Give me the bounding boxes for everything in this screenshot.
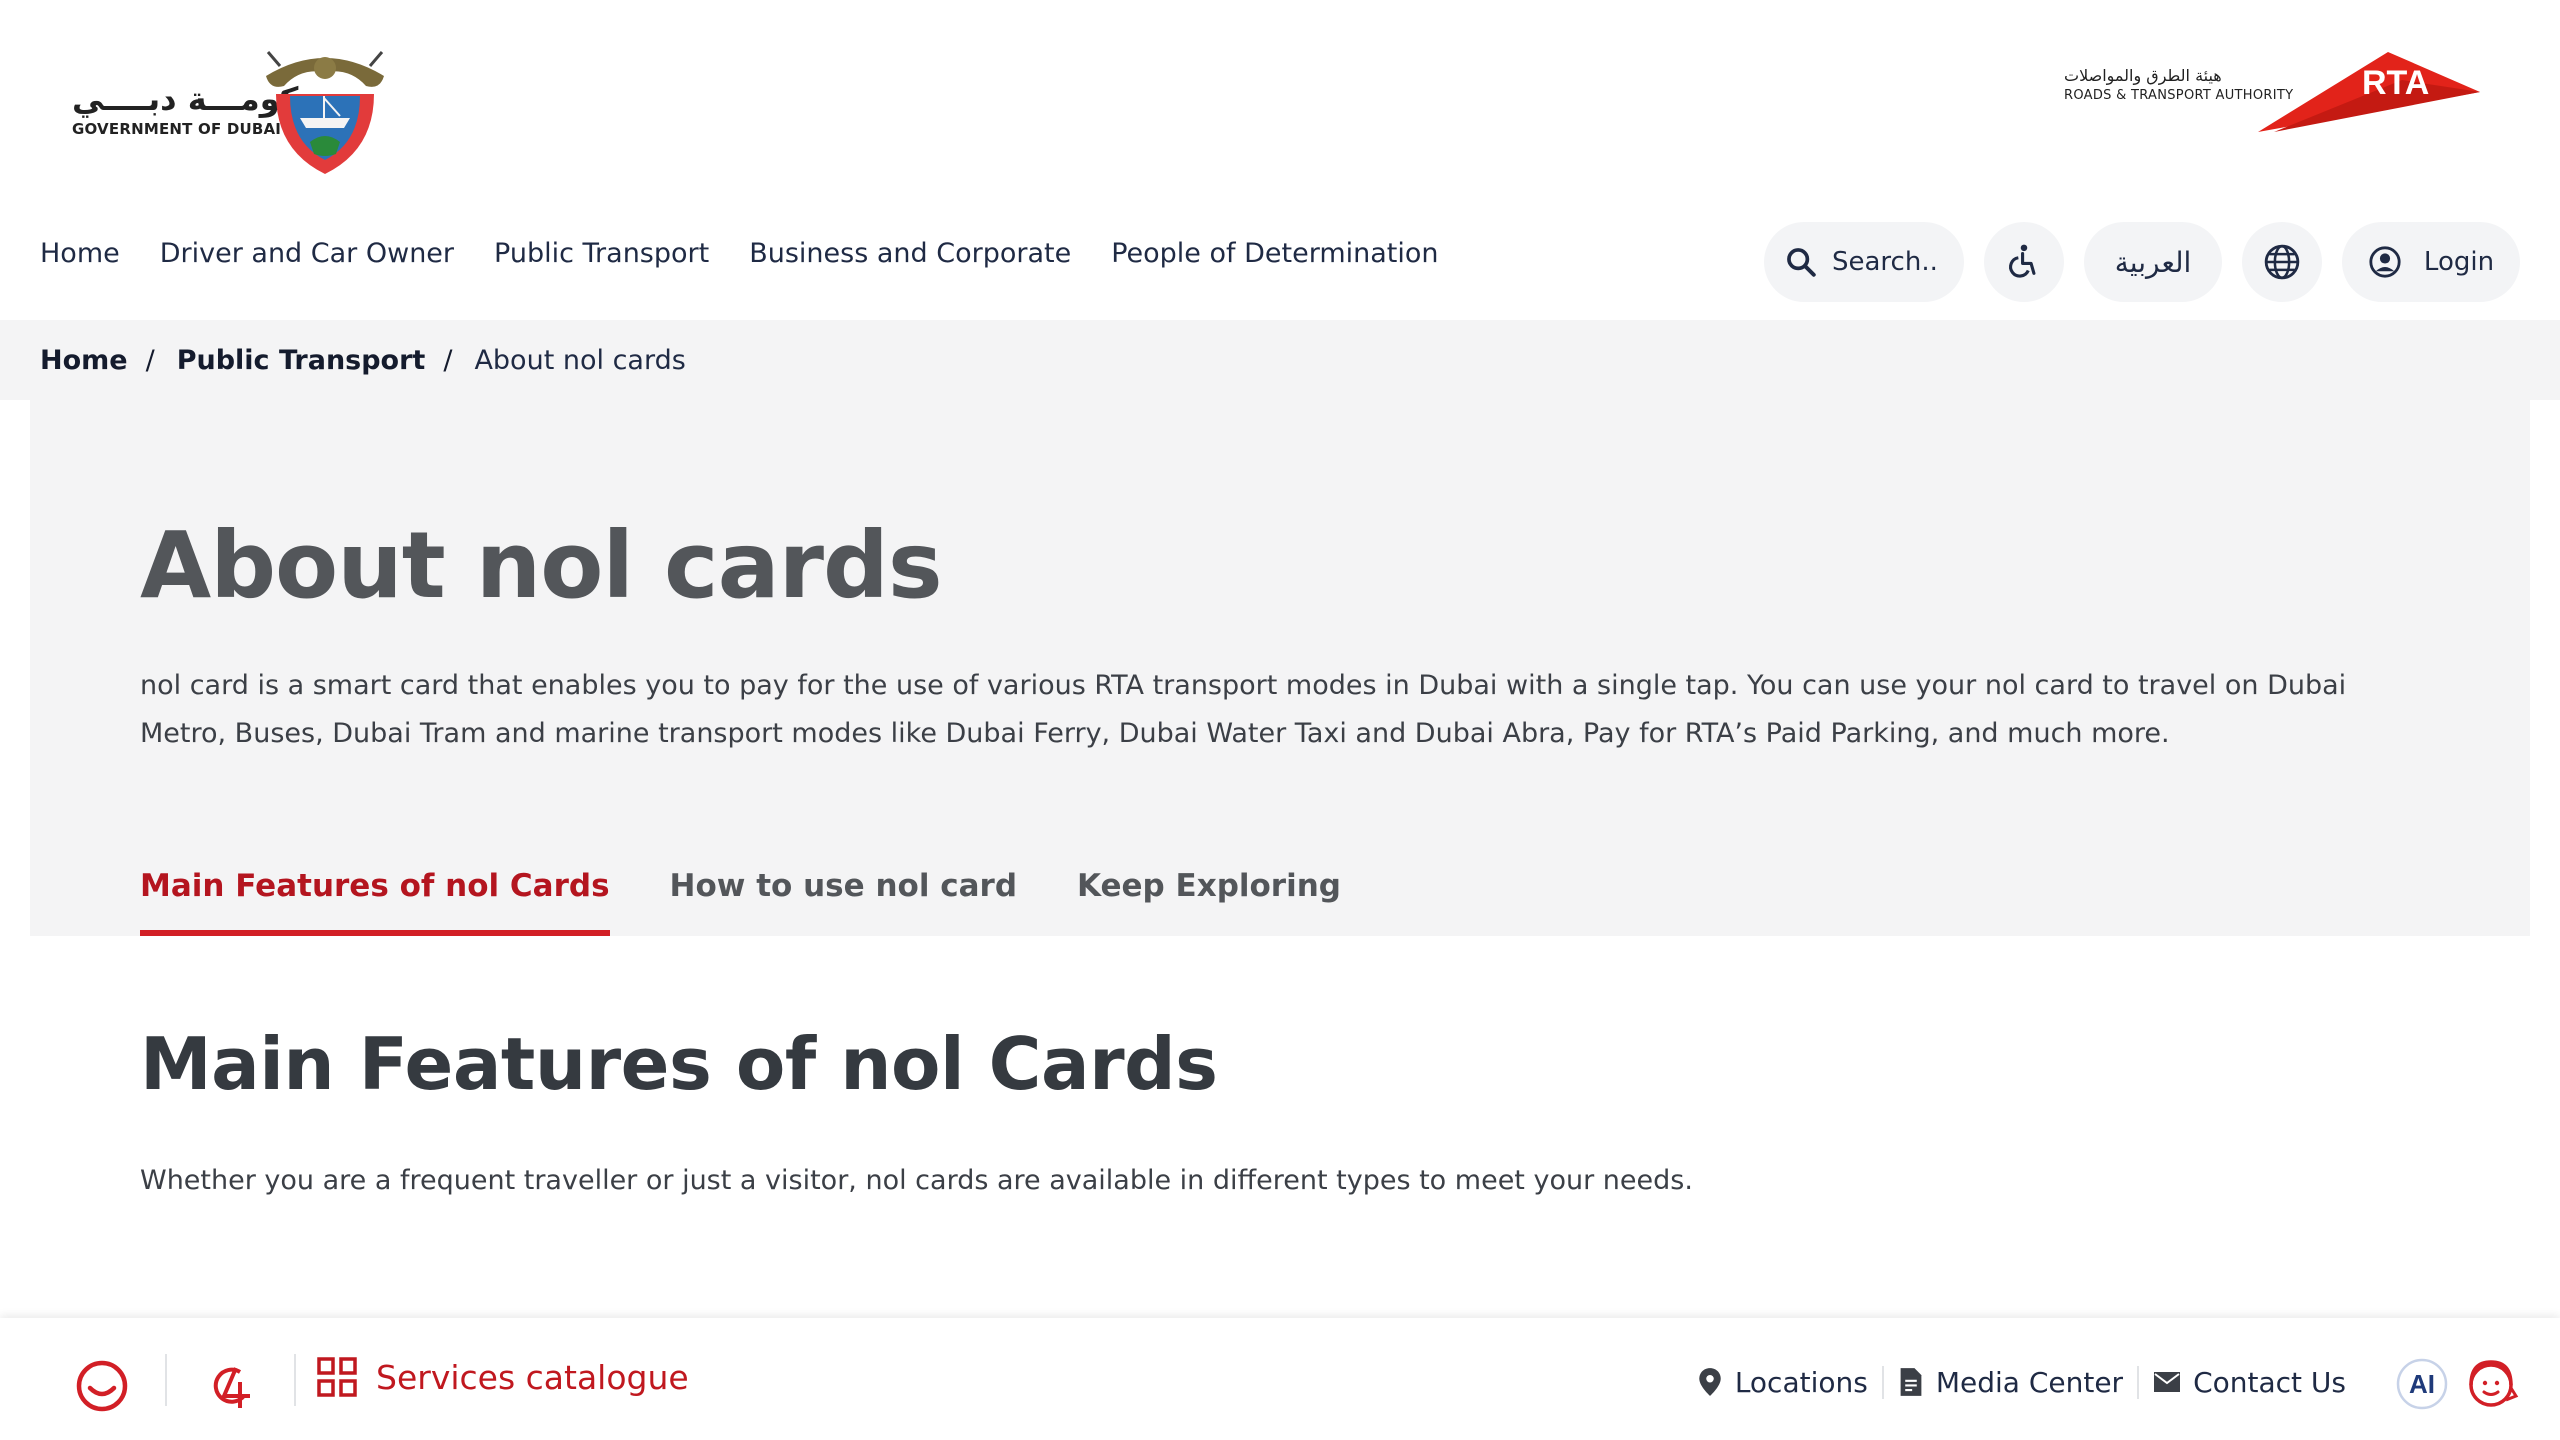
section-tabs: Main Features of nol Cards How to use no…: [140, 844, 1341, 936]
ai-label: AI: [2409, 1369, 2435, 1399]
rta-app-icon[interactable]: [200, 1356, 260, 1416]
location-pin-icon: [1699, 1368, 1721, 1396]
breadcrumb-current: About nol cards: [474, 344, 686, 376]
hero-panel: About nol cards nol card is a smart card…: [30, 400, 2530, 936]
main-navigation: Home Driver and Car Owner Public Transpo…: [40, 232, 1479, 275]
accessibility-button[interactable]: [1984, 222, 2064, 302]
logo-bar: حكومـــة دبــــي GOVERNMENT OF DUBAI هيئ…: [0, 0, 2560, 220]
nav-item-business-and-corporate[interactable]: Business and Corporate: [749, 232, 1091, 275]
grid-icon: [317, 1357, 357, 1397]
gov-logo-text-en: GOVERNMENT OF DUBAI: [72, 120, 282, 138]
nav-item-public-transport[interactable]: Public Transport: [494, 232, 729, 275]
services-catalogue-button[interactable]: Services catalogue: [316, 1356, 689, 1398]
locations-label: Locations: [1734, 1365, 1868, 1399]
user-icon: [2369, 246, 2401, 278]
nav-tools: Search.. العربية Login: [1764, 222, 2520, 302]
section-title: Main Features of nol Cards: [140, 1022, 1218, 1106]
services-catalogue-label: Services catalogue: [376, 1357, 689, 1397]
contact-us-link[interactable]: Contact Us: [2137, 1365, 2360, 1399]
login-button[interactable]: Login: [2342, 222, 2520, 302]
happiness-smiley-icon[interactable]: [72, 1356, 132, 1416]
nav-item-driver-and-car-owner[interactable]: Driver and Car Owner: [160, 232, 474, 275]
government-of-dubai-logo[interactable]: حكومـــة دبــــي GOVERNMENT OF DUBAI: [72, 46, 392, 180]
contact-us-label: Contact Us: [2193, 1365, 2346, 1399]
nav-item-home[interactable]: Home: [40, 232, 140, 275]
section-description: Whether you are a frequent traveller or …: [140, 1165, 1693, 1196]
document-icon: [1900, 1368, 1922, 1396]
divider: [294, 1354, 296, 1406]
breadcrumb-separator: /: [145, 344, 155, 376]
rta-mark-text: RTA: [2362, 64, 2429, 102]
breadcrumb-home[interactable]: Home: [40, 345, 128, 376]
accessibility-icon: [2009, 244, 2036, 278]
globe-button[interactable]: [2242, 222, 2322, 302]
chat-agent-icon[interactable]: [2462, 1356, 2520, 1414]
footer-links: Locations Media Center Contact Us: [1683, 1354, 2360, 1410]
search-box[interactable]: Search..: [1764, 222, 1964, 302]
dubai-emblem-icon: [266, 51, 384, 174]
locations-link[interactable]: Locations: [1683, 1366, 1882, 1399]
mail-icon: [2154, 1372, 2181, 1392]
page-title: About nol cards: [140, 512, 943, 619]
divider: [165, 1354, 167, 1406]
rta-mark-icon: RTA: [2258, 52, 2480, 132]
tab-keep-exploring[interactable]: Keep Exploring: [1077, 844, 1341, 936]
breadcrumb: Home / Public Transport / About nol card…: [0, 320, 2560, 400]
search-icon: [1787, 248, 1816, 277]
login-label: Login: [2423, 247, 2495, 277]
ai-assistant-icon[interactable]: AI: [2396, 1358, 2448, 1410]
breadcrumb-separator: /: [443, 344, 453, 376]
nav-item-people-of-determination[interactable]: People of Determination: [1111, 232, 1458, 275]
bottom-bar: Services catalogue Locations Media Cente…: [0, 1318, 2560, 1440]
breadcrumb-public-transport[interactable]: Public Transport: [177, 345, 426, 376]
search-placeholder: Search..: [1832, 247, 1938, 277]
media-center-link[interactable]: Media Center: [1881, 1365, 2137, 1399]
rta-logo-text-ar: هيئة الطرق والمواصلات: [2064, 66, 2222, 85]
page-description: nol card is a smart card that enables yo…: [140, 670, 2347, 749]
media-center-label: Media Center: [1935, 1365, 2124, 1399]
tab-main-features[interactable]: Main Features of nol Cards: [140, 844, 610, 936]
language-toggle[interactable]: العربية: [2084, 222, 2222, 302]
globe-icon: [2264, 244, 2300, 280]
rta-logo[interactable]: هيئة الطرق والمواصلات ROADS & TRANSPORT …: [2062, 50, 2482, 140]
tab-how-to-use[interactable]: How to use nol card: [670, 844, 1017, 936]
